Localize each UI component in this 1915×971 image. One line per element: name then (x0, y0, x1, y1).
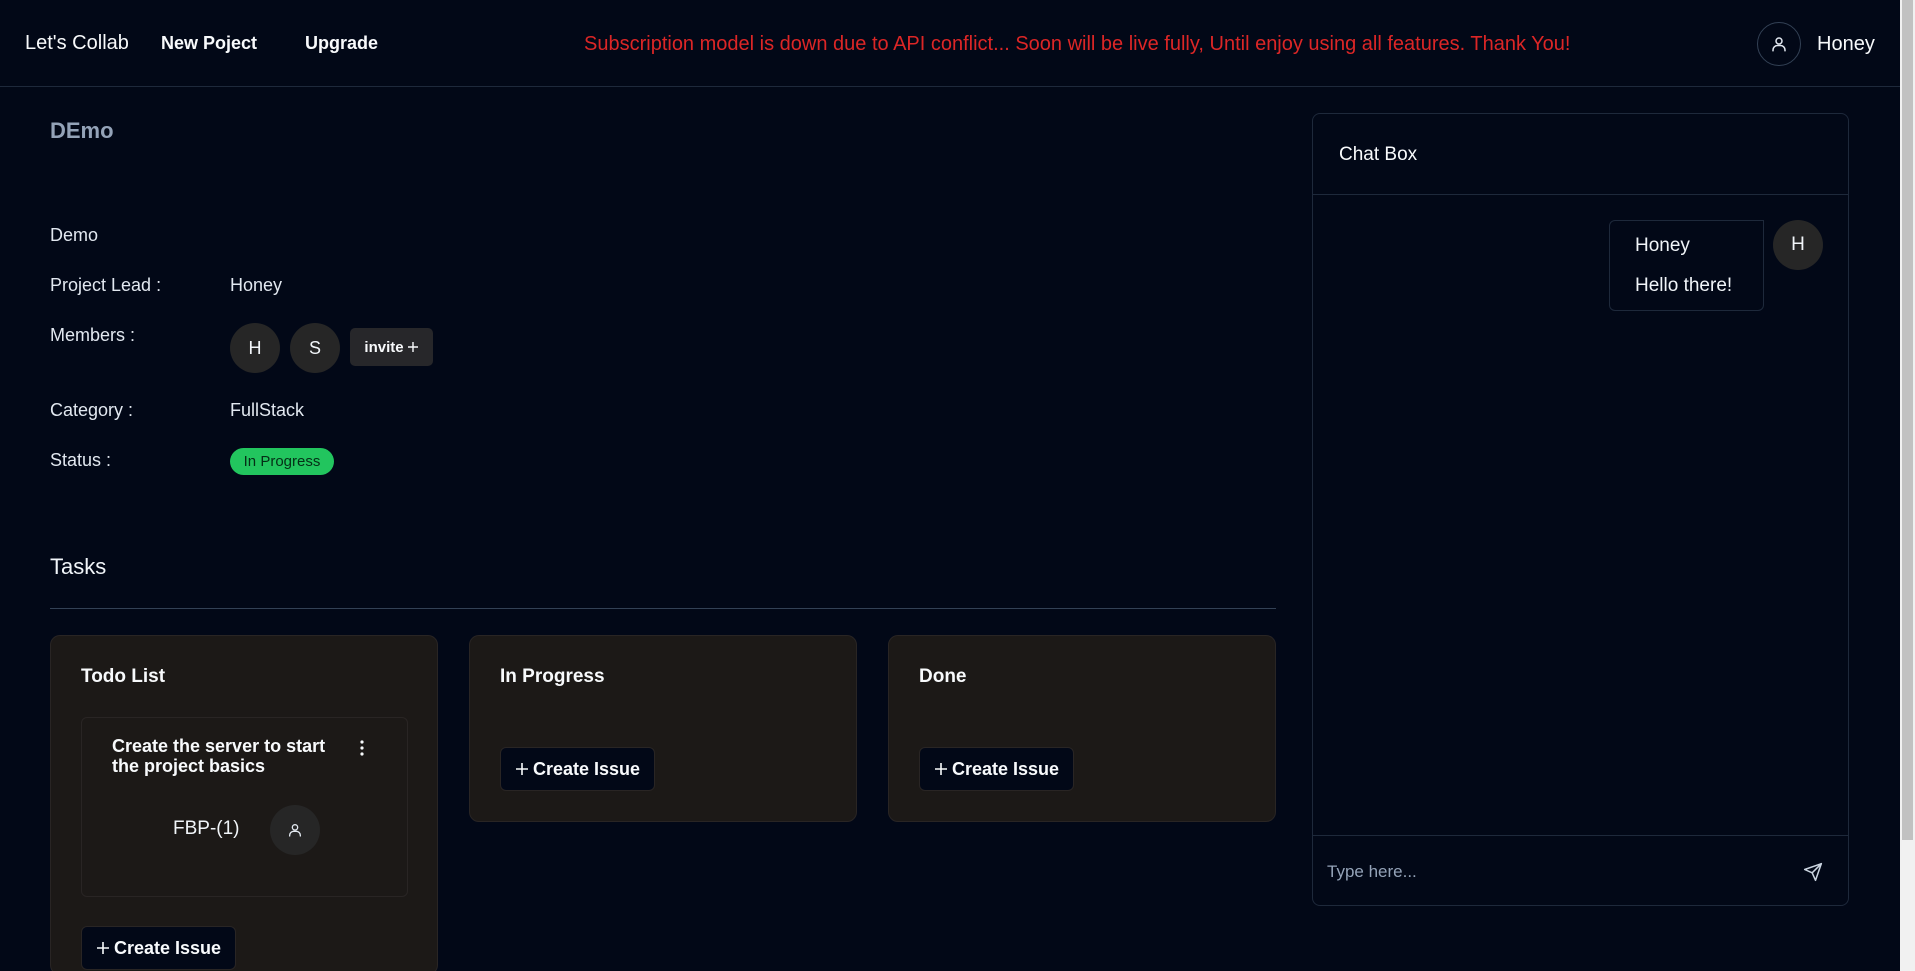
project-description: Demo (50, 225, 99, 245)
message-avatar: H (1773, 220, 1823, 270)
new-project-link[interactable]: New Poject (161, 33, 257, 54)
column-title: Todo List (81, 666, 166, 687)
category-label: Category : (50, 400, 134, 420)
project-lead-value: Honey (230, 275, 283, 295)
task-key: FBP-(1) (173, 818, 240, 839)
column-title: Done (919, 666, 967, 687)
create-issue-button[interactable]: Create Issue (500, 747, 655, 791)
project-lead-label: Project Lead : (50, 275, 162, 295)
chat-message: Honey Hello there! (1609, 220, 1764, 311)
brand-logo-text[interactable]: Let's Collab (25, 32, 129, 55)
member-avatar[interactable]: S (290, 323, 340, 373)
chat-message-input[interactable] (1327, 852, 1767, 892)
chat-title: Chat Box (1339, 144, 1418, 165)
in-progress-column: In Progress Create Issue (469, 635, 857, 822)
column-title: In Progress (500, 666, 605, 687)
plus-icon (96, 942, 109, 954)
project-title: DEmo (50, 118, 114, 143)
chat-header: Chat Box (1313, 114, 1848, 195)
create-issue-button[interactable]: Create Issue (81, 926, 236, 970)
user-name[interactable]: Honey (1817, 33, 1875, 56)
todo-column: Todo List Create the server to start the… (50, 635, 438, 971)
category-value: FullStack (230, 400, 305, 420)
send-button[interactable] (1801, 860, 1825, 884)
status-label: Status : (50, 450, 112, 470)
create-issue-button[interactable]: Create Issue (919, 747, 1074, 791)
tasks-divider (50, 608, 1276, 609)
scrollbar-thumb[interactable] (1902, 0, 1913, 840)
user-icon (289, 824, 301, 837)
invite-button[interactable]: invite (350, 328, 433, 366)
user-icon (1772, 37, 1786, 52)
plus-icon (515, 763, 528, 775)
chat-box: Chat Box Honey Hello there! H (1312, 113, 1849, 906)
create-issue-label: Create Issue (951, 758, 1060, 779)
user-avatar-button[interactable] (1757, 22, 1801, 66)
status-badge: In Progress (230, 448, 334, 475)
top-navbar: Let's Collab New Poject Upgrade Subscrip… (0, 0, 1900, 87)
done-column: Done Create Issue (888, 635, 1276, 822)
more-vertical-icon (360, 740, 364, 756)
members-label: Members : (50, 325, 136, 345)
tasks-heading: Tasks (50, 554, 107, 579)
upgrade-link[interactable]: Upgrade (305, 33, 378, 54)
task-card[interactable]: Create the server to start the project b… (81, 717, 408, 897)
send-icon (1803, 862, 1823, 882)
task-menu-button[interactable] (352, 734, 372, 762)
page-scrollbar[interactable] (1900, 0, 1915, 971)
message-text: Hello there! (1635, 275, 1733, 296)
invite-label: invite (364, 338, 404, 356)
plus-icon (934, 763, 947, 775)
message-sender: Honey (1635, 235, 1690, 256)
plus-icon (407, 342, 418, 352)
subscription-banner: Subscription model is down due to API co… (584, 33, 1571, 55)
task-title: Create the server to start the project b… (112, 736, 326, 776)
create-issue-label: Create Issue (113, 937, 222, 958)
chat-input-bar (1313, 835, 1848, 907)
assignee-avatar[interactable] (270, 805, 320, 855)
create-issue-label: Create Issue (532, 758, 641, 779)
member-avatar[interactable]: H (230, 323, 280, 373)
